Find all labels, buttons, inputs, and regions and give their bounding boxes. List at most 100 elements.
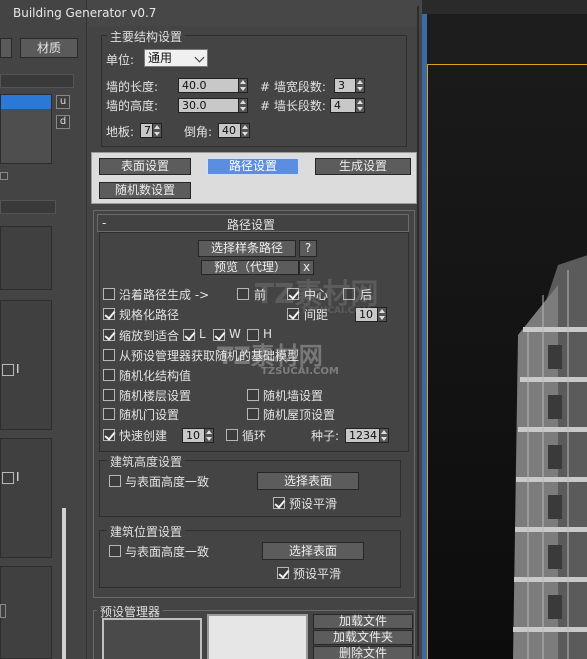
back-label: 后 (360, 288, 373, 302)
wall-width-segs-spinner[interactable]: 3 (334, 78, 365, 93)
loop-checkbox[interactable] (226, 429, 238, 441)
wall-height-spinner[interactable]: 30.0 (178, 98, 248, 113)
preset-thumbnail-light[interactable] (207, 614, 308, 659)
d-button[interactable]: d (56, 115, 70, 129)
spinner-arrows-icon[interactable] (355, 79, 364, 92)
quick-create-label: 快速创建 (119, 429, 168, 443)
tab-surface-settings[interactable]: 表面设置 (99, 158, 191, 175)
spinner-arrows-icon[interactable] (238, 99, 247, 112)
w-checkbox[interactable] (213, 329, 225, 341)
from-preset-label: 从预设管理器获取随机的基础模型 (119, 349, 300, 363)
window-title: Building Generator v0.7 (13, 6, 157, 20)
viewport-frame[interactable] (427, 64, 587, 659)
material-button[interactable]: 材质 (20, 38, 78, 58)
3d-viewport[interactable] (422, 0, 587, 659)
spacing-spinner[interactable]: 10 (355, 307, 387, 322)
front-label: 前 (254, 288, 267, 302)
chamfer-label: 倒角: (184, 125, 213, 139)
spinner-arrows-icon[interactable] (152, 124, 161, 137)
collapse-minus-icon[interactable]: - (102, 216, 106, 230)
position-preset-smooth-checkbox[interactable] (277, 567, 289, 579)
help-button[interactable]: ? (299, 240, 317, 257)
load-file-button[interactable]: 加载文件 (313, 614, 413, 629)
viewport-top-strip (422, 0, 587, 14)
l-checkbox[interactable] (183, 329, 195, 341)
spinner-arrows-icon[interactable] (377, 308, 386, 321)
tab-random-settings[interactable]: 随机数设置 (99, 182, 191, 199)
left-checkbox-1[interactable] (2, 364, 14, 376)
front-checkbox[interactable] (237, 288, 249, 300)
floor-spinner[interactable]: 7 (140, 123, 162, 138)
wall-height-value: 30.0 (182, 99, 207, 112)
height-settings-title: 建筑高度设置 (107, 453, 186, 470)
random-roof-checkbox[interactable] (247, 408, 259, 420)
wall-length-value: 40.0 (182, 79, 207, 92)
height-match-surface-checkbox[interactable] (109, 475, 121, 487)
h-checkbox[interactable] (247, 329, 259, 341)
left-i-label-2: I (16, 470, 20, 484)
random-wall-checkbox[interactable] (247, 389, 259, 401)
wall-length-spinner[interactable]: 40.0 (178, 78, 248, 93)
u-button[interactable]: u (56, 95, 70, 109)
unit-dropdown[interactable]: 通用 (144, 49, 208, 67)
height-pick-surface-button[interactable]: 选择表面 (257, 472, 359, 490)
wall-length-label: 墙的长度: (106, 80, 159, 94)
from-preset-checkbox[interactable] (103, 349, 115, 361)
position-pick-surface-button[interactable]: 选择表面 (262, 542, 364, 560)
spinner-arrows-icon[interactable] (204, 429, 213, 442)
normalize-path-checkbox[interactable] (103, 308, 115, 320)
spinner-arrows-icon[interactable] (240, 124, 249, 137)
random-floor-checkbox[interactable] (103, 389, 115, 401)
random-door-checkbox[interactable] (103, 408, 115, 420)
wall-height-label: 墙的高度: (106, 99, 159, 113)
wall-width-segs-label: # 墙宽段数: (260, 80, 326, 94)
back-checkbox[interactable] (343, 288, 355, 300)
tab-path-settings[interactable]: 路径设置 (207, 158, 299, 175)
seed-spinner[interactable]: 1234 (345, 428, 389, 443)
preview-proxy-button[interactable]: 预览（代理） (201, 260, 299, 275)
unit-label: 单位: (106, 53, 135, 67)
spinner-arrows-icon[interactable] (355, 99, 364, 112)
quick-create-checkbox[interactable] (103, 429, 115, 441)
load-folder-button[interactable]: 加载文件夹 (313, 630, 413, 645)
spacing-value: 10 (359, 308, 373, 321)
l-label: L (199, 327, 206, 341)
random-structure-checkbox[interactable] (103, 369, 115, 381)
spacing-label: 间距 (304, 308, 329, 322)
left-list-selected-item[interactable] (1, 95, 51, 109)
quick-create-value: 10 (186, 429, 200, 442)
scale-to-fit-checkbox[interactable] (103, 329, 115, 341)
chamfer-spinner[interactable]: 40 (218, 123, 250, 138)
close-preview-button[interactable]: x (299, 260, 314, 275)
normalize-path-label: 规格化路径 (119, 308, 180, 322)
left-scrollbar[interactable] (62, 508, 66, 659)
floor-value: 7 (144, 124, 151, 137)
spinner-arrows-icon[interactable] (379, 429, 388, 442)
quick-create-spinner[interactable]: 10 (182, 428, 214, 443)
position-match-surface-checkbox[interactable] (109, 545, 121, 557)
delete-file-button[interactable]: 删除文件 (313, 646, 413, 659)
left-list[interactable] (0, 94, 52, 164)
random-structure-label: 随机化结构值 (119, 369, 192, 383)
pick-spline-path-button[interactable]: 选择样条路径 (198, 240, 296, 257)
spacing-checkbox[interactable] (287, 308, 299, 320)
building-render-image (428, 65, 587, 659)
left-button-blank[interactable] (0, 38, 12, 58)
unit-dropdown-value: 通用 (148, 51, 173, 65)
spinner-arrows-icon[interactable] (238, 79, 247, 92)
main-settings-title: 主要结构设置 (107, 28, 186, 45)
left-small-button[interactable] (0, 604, 6, 618)
left-checkbox-2[interactable] (2, 472, 14, 484)
along-path-checkbox[interactable] (103, 288, 115, 300)
left-small-square[interactable] (0, 172, 8, 180)
center-checkbox[interactable] (287, 288, 299, 300)
chevron-down-icon (194, 52, 205, 63)
path-settings-title: 路径设置 (227, 218, 276, 232)
wall-length-segs-label: # 墙长段数: (260, 99, 326, 113)
tab-generate-settings[interactable]: 生成设置 (315, 158, 411, 175)
height-preset-smooth-label: 预设平滑 (289, 497, 338, 511)
preset-thumbnail-dark[interactable] (102, 618, 202, 659)
wall-length-segs-spinner[interactable]: 4 (330, 98, 365, 113)
height-preset-smooth-checkbox[interactable] (273, 497, 285, 509)
seed-label: 种子: (311, 429, 340, 443)
